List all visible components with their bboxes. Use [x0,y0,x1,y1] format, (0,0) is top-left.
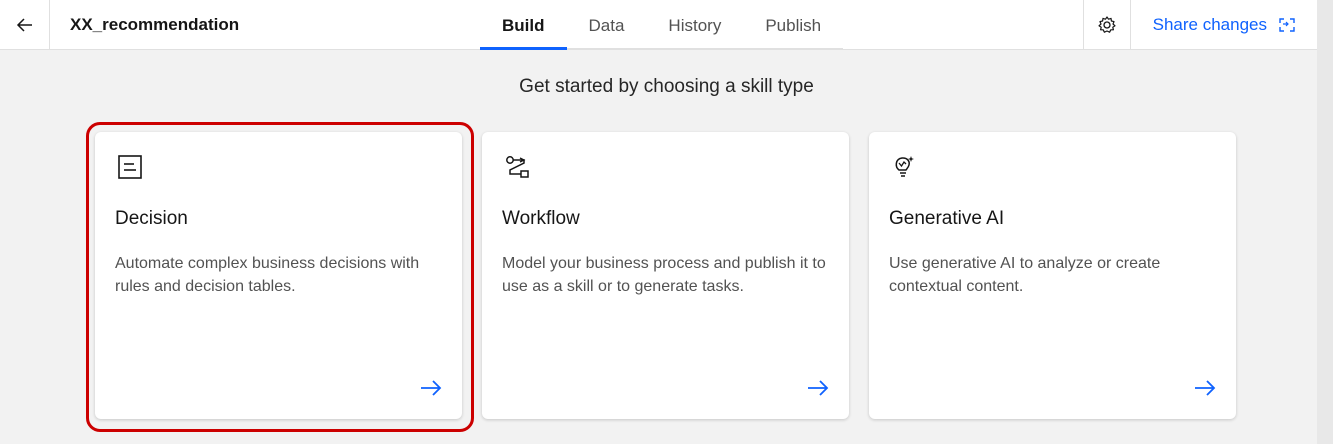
share-changes-label: Share changes [1152,15,1267,34]
share-sync-icon [1279,18,1295,32]
tab-data[interactable]: Data [566,0,647,50]
settings-button[interactable] [1082,0,1131,50]
arrow-right-icon[interactable] [1192,375,1218,401]
lightbulb-icon [895,156,914,177]
workflow-icon [506,156,529,178]
card-description: Automate complex business decisions with… [115,255,420,295]
card-description: Model your business process and publish … [502,255,826,295]
arrow-left-icon [16,18,32,32]
tab-build[interactable]: Build [480,0,567,50]
card-title: Decision [115,208,188,229]
header-actions: Share changes [1082,0,1317,50]
arrow-right-icon[interactable] [418,375,444,401]
tab-publish[interactable]: Publish [743,0,844,50]
skill-card-workflow[interactable]: Workflow Model your business process and… [482,132,849,419]
arrow-right-icon[interactable] [805,375,831,401]
skill-card-generative-ai[interactable]: Generative AI Use generative AI to analy… [869,132,1236,419]
document-icon [118,155,142,179]
gear-icon [1098,16,1116,33]
page-heading: Get started by choosing a skill type [519,76,814,97]
tab-history[interactable]: History [646,0,744,50]
card-title: Generative AI [889,208,1005,229]
app-title: XX_recommendation [70,15,240,34]
skill-card-decision[interactable]: Decision Automate complex business decis… [95,132,462,419]
card-title: Workflow [502,208,580,229]
tab-bar: Build Data History Publish [480,0,844,50]
back-button[interactable] [0,0,50,50]
share-changes-button[interactable]: Share changes [1131,0,1317,50]
card-description: Use generative AI to analyze or create c… [889,255,1161,295]
top-header: XX_recommendation Build Data History Pub… [0,0,1317,50]
page-scrollbar[interactable] [1317,0,1333,444]
